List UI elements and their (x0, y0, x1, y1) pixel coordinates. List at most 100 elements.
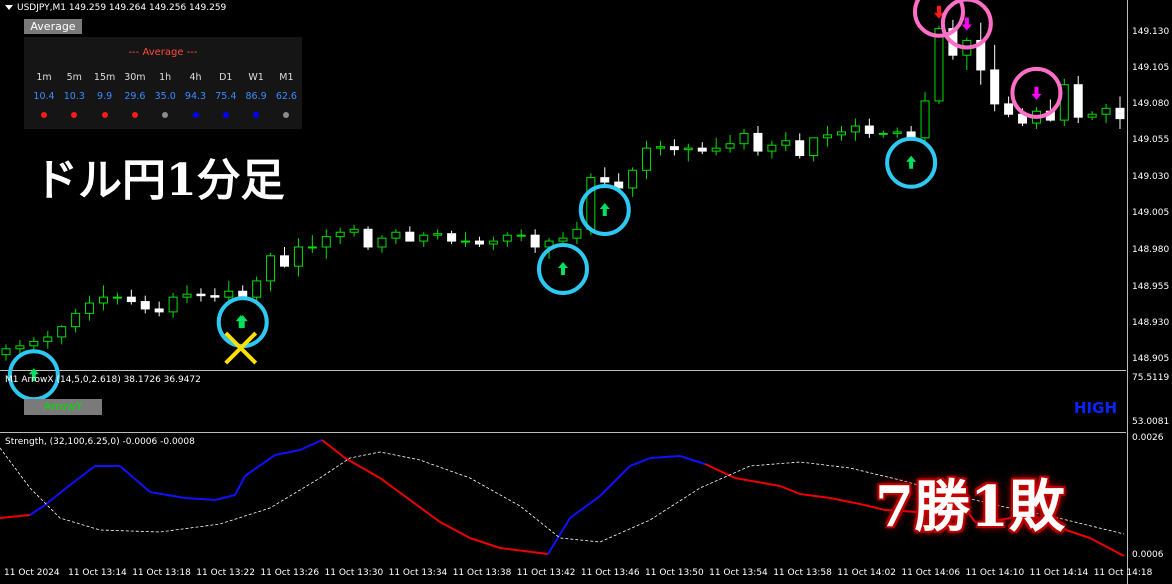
candle-body (753, 132, 763, 152)
time-tick-label: 11 Oct 13:22 (196, 568, 255, 578)
candle-body (461, 240, 471, 243)
average-timeframe-label: 30m (124, 72, 146, 83)
price-scale[interactable]: 149.130 149.105 149.080 149.055 149.030 149.0… (1127, 0, 1172, 584)
strength-line-segment (0, 514, 31, 519)
average-toggle-button[interactable]: Average (24, 19, 82, 34)
candle-body (252, 280, 262, 298)
symbol-line: USDJPY,M1 149.259 149.264 149.256 149.25… (17, 3, 227, 13)
candle-body (920, 100, 930, 139)
candle-body (530, 234, 540, 248)
price-tick-label: 149.030 (1132, 172, 1170, 182)
candle-body (196, 293, 206, 297)
average-value: 86.9 (245, 91, 267, 102)
candle-body (474, 240, 484, 245)
candle-body (697, 147, 707, 152)
arrowy-button[interactable]: ArrowY (24, 399, 102, 415)
average-timeframe-label: 1h (159, 72, 172, 83)
candle-body (878, 132, 888, 135)
average-timeframe-label: M1 (279, 72, 294, 83)
symbol-header: USDJPY,M1 149.259 149.264 149.256 149.25… (5, 3, 226, 13)
strength-line-segment (184, 497, 216, 501)
time-tick-label: 11 Oct 13:34 (388, 568, 448, 578)
candle-body (1, 348, 11, 356)
candle-body (586, 177, 596, 230)
candle-body (126, 296, 136, 303)
price-tick-label: 149.130 (1132, 27, 1170, 37)
candle-body (781, 140, 791, 146)
candle-body (767, 144, 777, 152)
strength-line-segment (547, 517, 571, 555)
strength-line-segment (44, 484, 71, 506)
strength-line-segment (649, 455, 681, 459)
average-timeframe-label: D1 (219, 72, 233, 83)
strength-line-segment (244, 454, 276, 477)
time-tick-label: 11 Oct 2024 (4, 568, 60, 578)
time-tick-label: 11 Oct 14:02 (837, 568, 896, 578)
strength-line-segment (409, 499, 441, 523)
candle-body (502, 234, 512, 242)
candle-body (739, 132, 749, 145)
average-status-dot (162, 112, 169, 118)
average-value: 62.6 (275, 91, 297, 102)
win-loss-result: 7勝1敗 (875, 474, 1065, 540)
average-value: 94.3 (184, 91, 207, 102)
average-value: 35.0 (154, 91, 176, 102)
candle-body (154, 308, 164, 313)
candle-body (683, 147, 693, 151)
candle-body (628, 169, 638, 189)
strength-line-segment (439, 521, 471, 539)
candle-body (98, 296, 108, 304)
candle-body (711, 147, 721, 152)
time-tick-label: 11 Oct 14:10 (965, 568, 1025, 578)
time-tick-label: 11 Oct 13:14 (68, 568, 127, 578)
down-arrow-icon (1031, 86, 1042, 100)
price-tick-label: 149.080 (1132, 99, 1170, 109)
candle-body (934, 28, 944, 102)
candle-body (823, 134, 833, 139)
candle-body (558, 237, 568, 242)
strength-line-segment (829, 497, 861, 505)
candle-body (15, 345, 25, 350)
time-tick-label: 11 Oct 13:54 (709, 568, 768, 578)
up-arrow-icon (906, 155, 917, 169)
strength-line-segment (321, 439, 346, 459)
candle-body (433, 233, 443, 236)
strength-line-segment (379, 477, 411, 501)
average-value: 75.4 (215, 91, 237, 102)
strength-line-segment (734, 477, 781, 487)
candle-body (850, 125, 860, 133)
time-tick-label: 11 Oct 13:50 (645, 568, 704, 578)
candle-body (809, 137, 819, 157)
average-status-dot (222, 112, 229, 118)
candle-body (140, 301, 150, 310)
candle-body (488, 240, 498, 245)
candle-body (600, 177, 610, 183)
candle-body (795, 140, 805, 157)
arrowx-header: M1 ArrowX (14,5,0,2.618) 38.1726 36.9472 (5, 375, 201, 385)
strength-line-segment (679, 455, 706, 465)
strength-line-segment (344, 457, 381, 479)
strength-line-segment (69, 465, 96, 486)
strength-line-segment (599, 465, 631, 497)
ind1-scale-top: 75.5119 (1132, 373, 1170, 383)
candle-body (516, 234, 526, 237)
candle-body (864, 125, 874, 134)
chart-caption: ドル円1分足 (34, 155, 285, 206)
average-value: 10.4 (33, 91, 55, 102)
candle-body (321, 236, 331, 248)
price-tick-label: 149.005 (1132, 208, 1170, 218)
time-tick-label: 11 Oct 13:26 (260, 568, 320, 578)
strength-line-segment (274, 449, 301, 456)
price-tick-label: 148.905 (1132, 354, 1170, 364)
strength-line-segment (779, 485, 801, 495)
candle-body (1004, 103, 1014, 115)
candle-body (447, 233, 457, 242)
candle-body (1073, 84, 1083, 118)
strength-header: Strength, (32,100,6.25,0) -0.0006 -0.000… (5, 437, 195, 447)
chevron-down-icon[interactable] (5, 5, 13, 10)
average-status-dot (41, 112, 47, 118)
candle-body (182, 293, 192, 298)
average-panel: --- Average --- 1m 10.4 5m 10.3 15m 9.9 30m 29.… (24, 37, 302, 129)
average-timeframe-label: 5m (66, 72, 82, 83)
strength-line-segment (29, 504, 46, 516)
